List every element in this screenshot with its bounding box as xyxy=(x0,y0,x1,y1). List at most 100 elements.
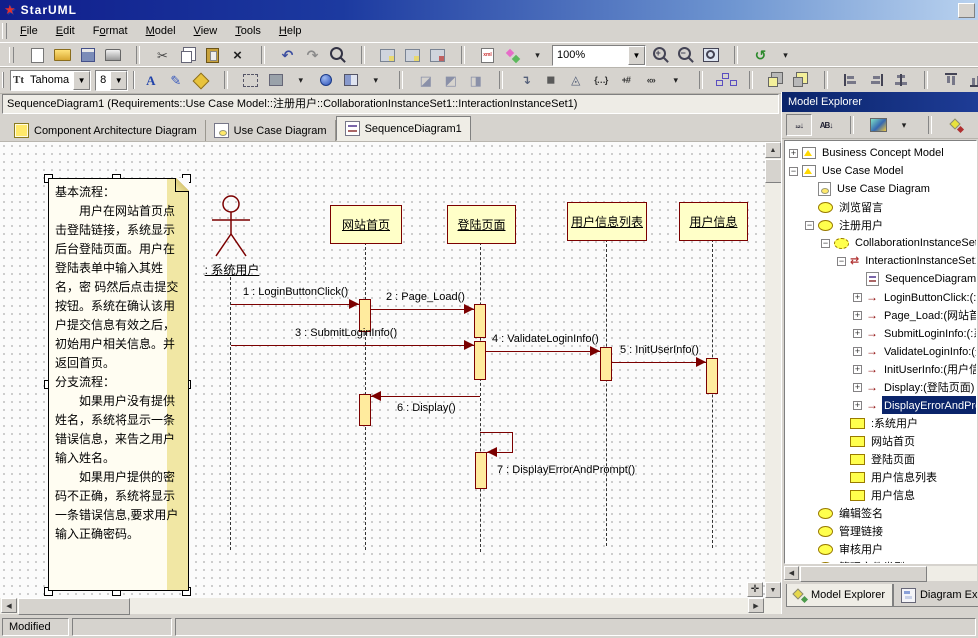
tree-item-label[interactable]: 登陆页面 xyxy=(869,450,917,468)
expand-toggle-icon[interactable] xyxy=(853,383,862,392)
diagram-tab[interactable]: Component Architecture Diagram xyxy=(6,120,206,141)
expand-toggle-icon[interactable] xyxy=(805,527,814,536)
align-center-icon[interactable] xyxy=(889,70,912,90)
tree-row[interactable]: 浏览留言 xyxy=(785,198,976,216)
font-name-combo[interactable]: Tt Tahoma ▼ xyxy=(10,70,91,91)
tree-item-label[interactable]: 用户信息列表 xyxy=(869,468,939,486)
sequence-object[interactable]: 网站首页 xyxy=(330,205,402,244)
tree-item-label[interactable]: 管理文件类型 xyxy=(837,558,907,564)
zoom-fit-icon[interactable] xyxy=(699,45,722,65)
zoom-out-icon[interactable] xyxy=(674,45,697,65)
tree-row[interactable]: → DisplayErrorAndPrompt:(登陆页面) xyxy=(785,396,976,414)
explorer-tab[interactable]: Model Explorer xyxy=(786,584,893,607)
sparkle-brush-icon[interactable]: ◬ xyxy=(564,70,587,90)
tree-item-label[interactable]: InitUserInfo:(用户信息列表) xyxy=(882,360,977,378)
tree-item-label[interactable]: Display:(登陆页面) xyxy=(882,378,976,396)
tree-row[interactable]: → Page_Load:(网站首页) xyxy=(785,306,976,324)
message-label[interactable]: 1 : LoginButtonClick() xyxy=(243,286,348,298)
pan-button[interactable]: ✛ xyxy=(747,582,763,597)
sort-alpha-icon[interactable]: AB↓ xyxy=(814,115,838,135)
effect-icon-1[interactable]: ◪ xyxy=(414,70,437,90)
tree-row[interactable]: → Display:(登陆页面) xyxy=(785,378,976,396)
tree-item-label[interactable]: ValidateLoginInfo:(登陆页面) xyxy=(882,342,977,360)
tree-row[interactable]: Use Case Diagram xyxy=(785,180,976,198)
expand-toggle-icon[interactable] xyxy=(837,437,846,446)
save-icon[interactable] xyxy=(76,45,99,65)
send-to-back-icon[interactable] xyxy=(789,70,812,90)
redo-icon[interactable]: ↷ xyxy=(301,45,324,65)
tree-row[interactable]: SequenceDiagram1 xyxy=(785,270,976,288)
tree-item-label[interactable]: :系统用户 xyxy=(869,414,920,432)
vertical-scrollbar[interactable]: ▲ ▼ xyxy=(765,142,781,598)
delete-icon[interactable]: × xyxy=(226,45,249,65)
tree-row[interactable]: CollaborationInstanceSet1 xyxy=(785,234,976,252)
sequence-object[interactable]: 用户信息 xyxy=(679,202,748,241)
tree-item-label[interactable]: Use Case Model xyxy=(820,164,905,178)
tree-row[interactable]: → InitUserInfo:(用户信息列表) xyxy=(785,360,976,378)
print-icon[interactable] xyxy=(101,45,124,65)
tree-row[interactable]: Business Concept Model xyxy=(785,144,976,162)
expand-toggle-icon[interactable] xyxy=(853,311,862,320)
font-color-icon[interactable]: A xyxy=(139,70,162,90)
effect-icon-2[interactable]: ◩ xyxy=(439,70,462,90)
tree-row[interactable]: 用户信息 xyxy=(785,486,976,504)
expand-toggle-icon[interactable] xyxy=(853,365,862,374)
diagram-canvas[interactable]: 基本流程： 用户在网站首页点击登陆链接，系统显示后台登陆页面。用户在登陆表单中输… xyxy=(0,142,765,598)
import-framework-icon[interactable] xyxy=(376,45,399,65)
message-label[interactable]: 7 : DisplayErrorAndPrompt() xyxy=(497,464,635,476)
dropdown-caret-icon[interactable]: ▾ xyxy=(892,115,916,135)
guillemet-stereotype-icon[interactable]: «» xyxy=(639,70,662,90)
tree-item-label[interactable]: Business Concept Model xyxy=(820,146,946,160)
uml-note[interactable]: 基本流程： 用户在网站首页点击登陆链接，系统显示后台登陆页面。用户在登陆表单中输… xyxy=(48,178,189,591)
tree-item-label[interactable]: 管理链接 xyxy=(837,522,885,540)
align-bottom-icon[interactable] xyxy=(964,70,978,90)
tree-row[interactable]: 用户信息列表 xyxy=(785,468,976,486)
chevron-down-icon[interactable]: ▼ xyxy=(73,71,90,90)
expand-toggle-icon[interactable] xyxy=(837,473,846,482)
explorer-tab[interactable]: Diagram Explorer xyxy=(893,584,978,607)
tree-item-label[interactable]: 编辑签名 xyxy=(837,504,885,522)
tree-item-label[interactable]: SubmitLoginInfo:(:系统用户) xyxy=(882,324,977,342)
format-style-icon[interactable] xyxy=(339,70,362,90)
tree-item-label[interactable]: DisplayErrorAndPrompt:(登陆页面) xyxy=(882,396,977,414)
expand-toggle-icon[interactable] xyxy=(853,293,862,302)
xml-export-icon[interactable] xyxy=(476,45,499,65)
expand-toggle-icon[interactable] xyxy=(789,167,798,176)
menu-item[interactable]: Help xyxy=(270,22,311,40)
expand-toggle-icon[interactable] xyxy=(853,275,862,284)
scroll-down-icon[interactable]: ▼ xyxy=(765,582,781,598)
copy-icon[interactable] xyxy=(176,45,199,65)
diagram-tab[interactable]: SequenceDiagram1 xyxy=(336,116,471,141)
effect-icon-3[interactable]: ◨ xyxy=(464,70,487,90)
expand-toggle-icon[interactable] xyxy=(853,329,862,338)
line-jump-icon[interactable]: ↴ xyxy=(514,70,537,90)
model-indicator-icon[interactable] xyxy=(314,70,337,90)
message-label[interactable]: 3 : SubmitLoginInfo() xyxy=(295,327,397,339)
refresh-icon[interactable]: ↺ xyxy=(749,45,772,65)
tree-row[interactable]: → SubmitLoginInfo:(:系统用户) xyxy=(785,324,976,342)
message-label[interactable]: 6 : Display() xyxy=(397,402,456,414)
expand-toggle-icon[interactable] xyxy=(805,563,814,565)
tree-item-label[interactable]: SequenceDiagram1 xyxy=(883,272,977,286)
tree-item-label[interactable]: 用户信息 xyxy=(869,486,917,504)
activation-bar[interactable] xyxy=(600,347,612,381)
package-icon[interactable]: ◼ xyxy=(539,70,562,90)
expand-toggle-icon[interactable] xyxy=(805,221,814,230)
tree-item-label[interactable]: CollaborationInstanceSet1 xyxy=(853,236,977,250)
tree-row[interactable]: ⇄ InteractionInstanceSet1 xyxy=(785,252,976,270)
undo-icon[interactable]: ↶ xyxy=(276,45,299,65)
tree-item-label[interactable]: Use Case Diagram xyxy=(835,182,932,196)
dropdown-caret-icon[interactable]: ▾ xyxy=(774,45,797,65)
tree-item-label[interactable]: 网站首页 xyxy=(869,432,917,450)
tree-row[interactable]: Use Case Model xyxy=(785,162,976,180)
scroll-right-icon[interactable]: ▶ xyxy=(748,598,764,613)
title-bar[interactable]: ★ StarUML xyxy=(0,0,978,20)
chevron-down-icon[interactable]: ▼ xyxy=(110,71,127,90)
tree-item-label[interactable]: LoginButtonClick:(:系统用户) xyxy=(882,288,977,306)
expand-toggle-icon[interactable] xyxy=(821,239,830,248)
tree-scroll-thumb[interactable] xyxy=(800,566,927,582)
activation-bar[interactable] xyxy=(359,394,371,426)
expand-toggle-icon[interactable] xyxy=(805,203,814,212)
tree-item-label[interactable]: 审核用户 xyxy=(837,540,885,558)
sequence-object[interactable]: 登陆页面 xyxy=(447,205,516,244)
